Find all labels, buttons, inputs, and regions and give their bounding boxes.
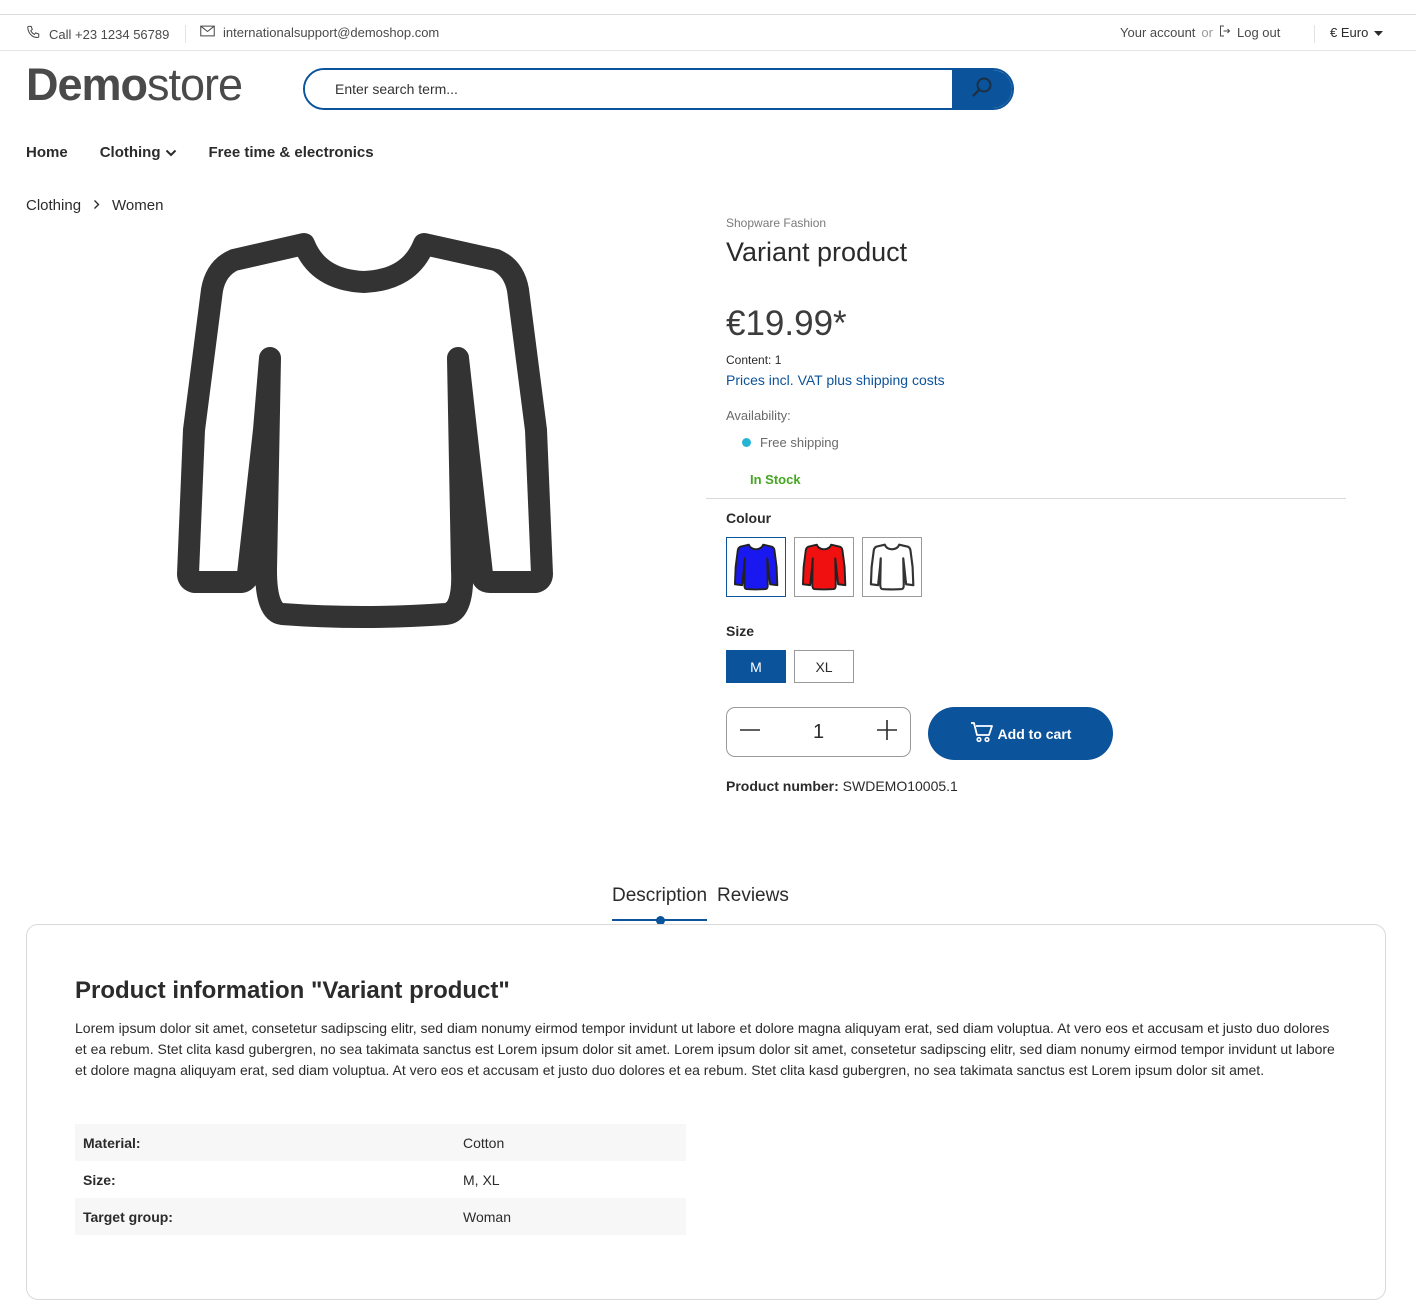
colour-option-red[interactable] xyxy=(794,537,854,597)
availability-label: Availability: xyxy=(726,408,791,423)
topbar-separator xyxy=(1314,25,1315,43)
main-navigation: Home Clothing Free time & electronics xyxy=(26,144,374,161)
size-options: M XL xyxy=(726,650,854,683)
shipping-status-dot xyxy=(742,438,751,447)
shipping-text: Free shipping xyxy=(760,435,839,450)
buybox-divider xyxy=(706,498,1346,499)
property-value: Woman xyxy=(455,1198,686,1235)
shipping-info: Free shipping xyxy=(742,435,839,450)
search-icon xyxy=(971,76,993,103)
table-row: Size: M, XL xyxy=(75,1161,686,1198)
add-to-cart-button[interactable]: Add to cart xyxy=(928,707,1113,760)
nav-label: Home xyxy=(26,144,68,161)
chevron-down-icon xyxy=(165,144,177,161)
product-manufacturer[interactable]: Shopware Fashion xyxy=(726,216,826,230)
tab-description[interactable]: Description xyxy=(612,885,708,925)
description-title: Product information "Variant product" xyxy=(75,977,510,1004)
quantity-stepper: 1 xyxy=(726,707,911,757)
property-value: M, XL xyxy=(463,1171,500,1188)
product-title: Variant product xyxy=(726,237,908,267)
colour-option-blue[interactable] xyxy=(726,537,786,597)
nav-item-home[interactable]: Home xyxy=(26,144,68,161)
product-tabs: Description Reviews xyxy=(612,885,789,925)
account-menu: Your account or Log out xyxy=(1120,25,1280,40)
phone-icon xyxy=(26,25,41,43)
product-image[interactable] xyxy=(172,230,556,630)
table-row: Material: Cotton xyxy=(75,1124,686,1161)
your-account-link[interactable]: Your account xyxy=(1120,25,1195,40)
caret-down-icon xyxy=(1374,25,1384,40)
property-key: Target group: xyxy=(75,1198,455,1235)
logout-link[interactable]: Log out xyxy=(1237,25,1280,40)
top-bar: Call +23 1234 56789 internationalsupport… xyxy=(0,15,1416,51)
property-key: Size: xyxy=(83,1171,116,1188)
plus-icon[interactable] xyxy=(876,719,898,746)
currency-dropdown[interactable]: € Euro xyxy=(1330,25,1384,40)
currency-label: € Euro xyxy=(1330,25,1369,40)
size-label: Size xyxy=(726,623,755,639)
nav-label: Clothing xyxy=(99,144,161,161)
properties-table: Material: Cotton Size: M, XL Target grou… xyxy=(75,1124,686,1235)
nav-label: Free time & electronics xyxy=(208,144,374,161)
search-input[interactable] xyxy=(305,70,952,108)
table-row: Target group: Woman xyxy=(75,1198,686,1235)
minus-icon[interactable] xyxy=(739,719,761,746)
breadcrumb: Clothing Women xyxy=(26,197,163,214)
search-bar xyxy=(303,68,1014,110)
chevron-right-icon xyxy=(93,197,100,214)
product-price: €19.99* xyxy=(726,304,847,343)
add-to-cart-label: Add to cart xyxy=(997,725,1072,742)
description-text: Lorem ipsum dolor sit amet, consetetur s… xyxy=(75,1020,1335,1078)
logout-icon xyxy=(1219,25,1231,40)
or-text: or xyxy=(1201,25,1213,40)
logo-light: store xyxy=(147,59,243,110)
size-option-xl[interactable]: XL xyxy=(794,650,854,683)
product-number-label: Product number: xyxy=(726,778,839,794)
store-logo[interactable]: Demostore xyxy=(26,59,243,110)
product-number-value: SWDEMO10005.1 xyxy=(842,778,958,794)
quantity-value[interactable]: 1 xyxy=(813,721,824,744)
product-number: Product number: SWDEMO10005.1 xyxy=(726,778,958,794)
phone-contact[interactable]: Call +23 1234 56789 xyxy=(26,25,169,43)
colour-option-white[interactable] xyxy=(862,537,922,597)
stock-status: In Stock xyxy=(750,472,801,487)
tab-label: Description xyxy=(612,885,708,906)
email-text: internationalsupport@demoshop.com xyxy=(223,25,440,40)
phone-text: Call +23 1234 56789 xyxy=(49,26,170,42)
nav-item-free-time[interactable]: Free time & electronics xyxy=(209,144,374,161)
search-button[interactable] xyxy=(952,70,1012,108)
property-key: Material: xyxy=(75,1124,455,1161)
tab-label: Reviews xyxy=(717,885,789,906)
colour-options xyxy=(726,537,922,597)
vat-shipping-link[interactable]: Prices incl. VAT plus shipping costs xyxy=(726,372,945,388)
tab-reviews[interactable]: Reviews xyxy=(717,885,789,921)
shirt-icon xyxy=(869,543,915,591)
email-contact[interactable]: internationalsupport@demoshop.com xyxy=(200,25,439,40)
property-value: Cotton xyxy=(455,1124,686,1161)
topbar-separator xyxy=(185,25,186,43)
cart-icon xyxy=(970,721,994,746)
mail-icon xyxy=(200,25,215,40)
logo-bold: Demo xyxy=(26,59,148,110)
description-panel: Product information "Variant product" Lo… xyxy=(26,924,1386,1300)
size-option-m[interactable]: M xyxy=(726,650,786,683)
colour-label: Colour xyxy=(726,510,772,526)
breadcrumb-clothing[interactable]: Clothing xyxy=(26,197,81,214)
nav-item-clothing[interactable]: Clothing xyxy=(100,144,177,161)
breadcrumb-women[interactable]: Women xyxy=(112,197,163,214)
shirt-icon xyxy=(733,543,779,591)
shirt-illustration xyxy=(177,233,553,628)
shirt-icon xyxy=(801,543,847,591)
product-content: Content: 1 xyxy=(726,353,782,367)
